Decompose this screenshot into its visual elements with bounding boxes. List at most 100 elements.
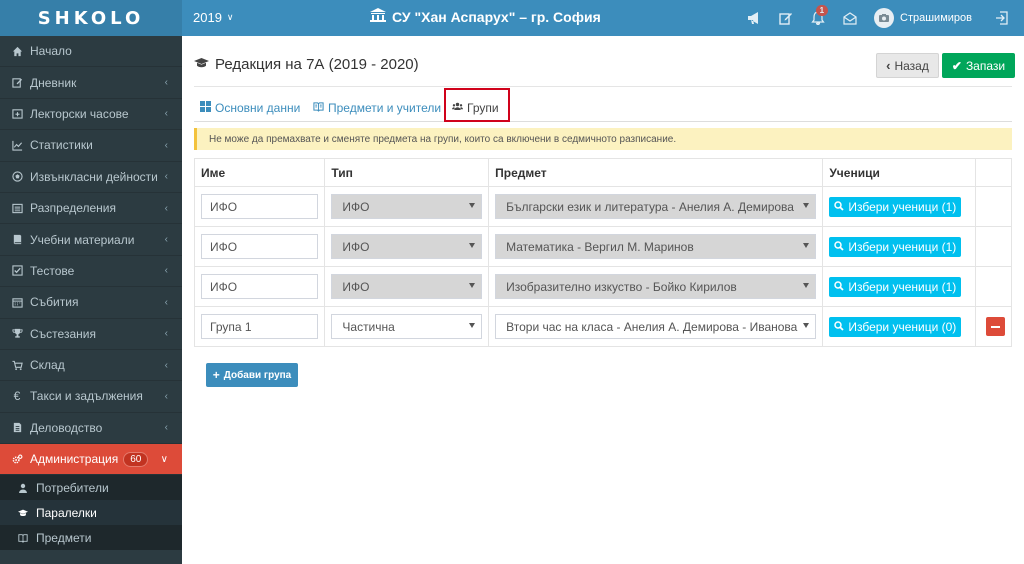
- sidebar-item-tests[interactable]: Тестове ‹: [0, 256, 182, 288]
- sidebar-item-label: Начало: [30, 44, 72, 59]
- sidebar-item-records[interactable]: Деловодство ‹: [0, 413, 182, 445]
- logo[interactable]: SHKOLO: [0, 0, 182, 36]
- sidebar-item-label: Администрация: [30, 452, 119, 467]
- chevron-left-icon: ‹: [164, 328, 168, 340]
- sidebar-item-materials[interactable]: Учебни материали ‹: [0, 224, 182, 256]
- button-label: Избери ученици (1): [848, 199, 957, 214]
- subject-select[interactable]: Математика - Вергил М. Маринов: [495, 234, 817, 259]
- sidebar-item-home[interactable]: Начало: [0, 36, 182, 68]
- year-selector[interactable]: 2019 ∨: [193, 10, 234, 25]
- top-navbar: SHKOLO 2019 ∨ СУ "Хан Аспарух" – гр. Соф…: [0, 0, 1024, 36]
- caret-down-icon: [803, 203, 810, 208]
- line-chart-icon: [10, 138, 24, 152]
- tab-subjects-teachers[interactable]: Предмети и учители: [313, 97, 441, 119]
- sidebar-item-label: Дневник: [30, 75, 77, 90]
- select-students-button[interactable]: Избери ученици (1): [829, 236, 962, 257]
- back-button[interactable]: ‹ Назад: [876, 53, 939, 78]
- subject-select[interactable]: Български език и литература - Анелия А. …: [495, 194, 817, 219]
- sidebar-item-label: Състезания: [30, 326, 96, 341]
- sidebar-item-competitions[interactable]: Състезания ‹: [0, 319, 182, 350]
- sidebar-item-label: Деловодство: [30, 420, 103, 435]
- button-label: Избери ученици (1): [848, 279, 957, 294]
- main-content: Редакция на 7А (2019 - 2020) ‹ Назад ✔ З…: [182, 36, 1024, 564]
- book-open-icon: [313, 101, 324, 115]
- sidebar-item-statistics[interactable]: Статистики ‹: [0, 130, 182, 162]
- sidebar-item-label: Склад: [30, 358, 65, 373]
- sidebar-item-label: Такси и задължения: [30, 389, 143, 404]
- sidebar-item-lecture-hours[interactable]: Лекторски часове ‹: [0, 99, 182, 131]
- caret-down-icon: [803, 243, 810, 248]
- cart-icon: [10, 358, 24, 372]
- book-open-icon: [18, 533, 32, 543]
- table-row: Група 1 Частична Втори час на класа - Ан…: [193, 306, 1013, 347]
- table-row: ИФО ИФО Математика - Вергил М. Маринов И…: [193, 226, 1013, 267]
- add-group-label: Добави група: [223, 369, 292, 381]
- sidebar-item-administration[interactable]: Администрация 60 ∨: [0, 444, 182, 476]
- highlight-box: [444, 88, 510, 122]
- home-icon: [10, 44, 24, 58]
- table-header-row: Име Тип Предмет Ученици: [193, 158, 1013, 187]
- user-menu[interactable]: Страшимиров: [866, 8, 986, 28]
- group-name-input[interactable]: Група 1: [201, 314, 319, 339]
- envelope-open-icon[interactable]: [834, 0, 866, 36]
- group-type-select[interactable]: ИФО: [331, 194, 483, 219]
- book-icon: [10, 233, 24, 247]
- tab-basic-data[interactable]: Основни данни: [200, 97, 300, 119]
- select-students-button[interactable]: Избери ученици (1): [829, 196, 962, 217]
- chevron-left-icon: ‹: [164, 171, 168, 183]
- sidebar-item-diary[interactable]: Дневник ‹: [0, 67, 182, 99]
- remove-group-button[interactable]: [985, 317, 1005, 336]
- sign-out-icon[interactable]: [986, 0, 1018, 36]
- sidebar-item-fees[interactable]: € Такси и задължения ‹: [0, 381, 182, 413]
- sidebar-item-label: Предмети: [36, 530, 92, 545]
- sidebar-item-distributions[interactable]: Разпределения ‹: [0, 193, 182, 225]
- file-icon: [10, 421, 24, 435]
- chevron-left-icon: ‹: [164, 422, 168, 434]
- institution-icon: [370, 8, 386, 25]
- sidebar-item-extracurricular[interactable]: Извънкласни дейности ‹: [0, 162, 182, 193]
- select-students-button[interactable]: Избери ученици (1): [829, 276, 962, 297]
- sidebar-item-label: Статистики: [30, 138, 93, 153]
- cogs-icon: [10, 452, 24, 466]
- sidebar-item-label: Потребители: [36, 480, 109, 495]
- group-type-select[interactable]: ИФО: [331, 234, 483, 259]
- group-type-select[interactable]: Частична: [331, 314, 483, 339]
- sidebar-subitem-users[interactable]: Потребители: [0, 475, 182, 500]
- chevron-left-icon: ‹: [164, 139, 168, 151]
- sidebar-item-label: Учебни материали: [30, 232, 135, 247]
- bell-icon[interactable]: 1: [802, 0, 834, 36]
- chevron-left-icon: ‹: [164, 296, 168, 308]
- sidebar-item-label: Паралелки: [36, 505, 97, 520]
- sidebar-subitem-classes[interactable]: Паралелки: [0, 500, 182, 526]
- group-name-input[interactable]: ИФО: [201, 234, 319, 259]
- group-name-input[interactable]: ИФО: [201, 194, 319, 219]
- group-name-input[interactable]: ИФО: [201, 274, 319, 299]
- edit-icon[interactable]: [770, 0, 802, 36]
- user-icon: [18, 483, 32, 493]
- add-group-button[interactable]: + Добави група: [206, 363, 298, 387]
- divider: [194, 86, 1012, 87]
- subject-select[interactable]: Втори час на класа - Анелия А. Демирова …: [495, 314, 817, 339]
- empty-cell: [974, 186, 1013, 227]
- group-type-select[interactable]: ИФО: [331, 274, 483, 299]
- sidebar-item-warehouse[interactable]: Склад ‹: [0, 350, 182, 382]
- search-icon: [834, 280, 844, 294]
- subject-select[interactable]: Изобразително изкуство - Бойко Кирилов: [495, 274, 817, 299]
- save-button-label: Запази: [965, 58, 1006, 73]
- chevron-left-icon: ‹: [164, 234, 168, 246]
- sidebar-subitem-subjects[interactable]: Предмети: [0, 525, 182, 550]
- bullhorn-icon[interactable]: [738, 0, 770, 36]
- calendar-icon: [10, 295, 24, 309]
- caret-down-icon: [469, 283, 476, 288]
- euro-icon: €: [13, 389, 21, 404]
- chevron-down-icon: ∨: [160, 453, 168, 465]
- select-students-button[interactable]: Избери ученици (0): [829, 316, 962, 337]
- select-value: ИФО: [342, 199, 370, 214]
- chevron-left-icon: ‹: [164, 359, 168, 371]
- sidebar-item-events[interactable]: Събития ‹: [0, 287, 182, 319]
- caret-down-icon: [469, 243, 476, 248]
- button-label: Избери ученици (0): [848, 319, 957, 334]
- back-button-label: Назад: [894, 58, 929, 73]
- page-title: Редакция на 7А (2019 - 2020): [194, 56, 419, 73]
- save-button[interactable]: ✔ Запази: [942, 53, 1015, 78]
